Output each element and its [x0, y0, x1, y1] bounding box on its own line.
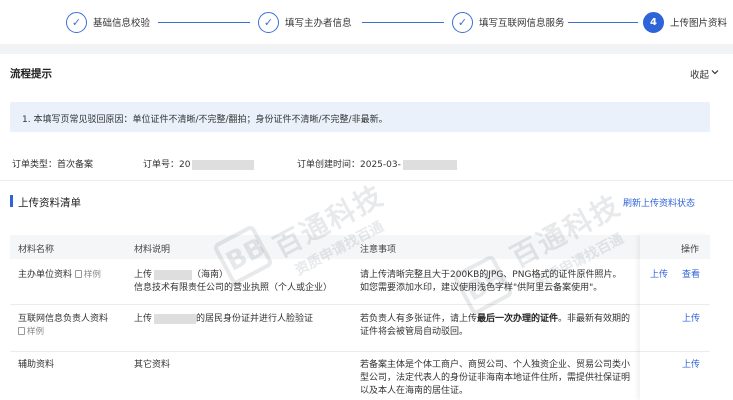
- desc-prefix: 上传: [134, 270, 153, 280]
- redacted-block: [192, 159, 255, 170]
- step-1-label: 基础信息校验: [93, 18, 151, 29]
- section-title: 上传资料清单: [18, 197, 81, 209]
- table-header: 材料名称 材料说明 注意事项 操作: [10, 235, 710, 259]
- note-prefix: 若负责人有多张证件，请上传: [360, 314, 478, 324]
- redacted-block: [154, 313, 197, 324]
- desc-suffix: 的居民身份证并进行人脸验证: [196, 314, 314, 324]
- flow-tips-title: 流程提示: [10, 68, 52, 80]
- check-icon: ✓: [66, 11, 87, 33]
- order-number-label: 订单号：20: [143, 160, 191, 170]
- header-desc: 材料说明: [134, 245, 171, 255]
- row-2-note: 若负责人有多张证件，请上传最后一次办理的证件。非最新有效期的 证件将会被管局自动…: [360, 313, 630, 339]
- note-line: 如您需要添加水印，建议使用浅色字样"供阿里云备案使用"。: [360, 283, 603, 293]
- step-1: ✓ 基础信息校验: [66, 11, 150, 33]
- step-4-number: 4: [643, 11, 664, 33]
- note-line: 以及本人在海南的居住证。: [360, 386, 469, 396]
- flow-tips-header: 流程提示 收起: [0, 54, 733, 92]
- section-gap: [0, 44, 733, 54]
- header-name: 材料名称: [18, 245, 55, 255]
- row-1-desc: 上传 （海南） 信息技术有限责任公司的营业执照（个人或企业）: [134, 269, 332, 295]
- row-divider: [10, 351, 710, 352]
- order-type: 订单类型：首次备案: [12, 160, 94, 170]
- check-icon: ✓: [258, 11, 279, 33]
- order-created-time: 订单创建时间：2025-03-: [297, 157, 457, 170]
- desc-prefix: 上传: [134, 314, 153, 324]
- redacted-block: [402, 159, 457, 170]
- step-connector: [158, 22, 250, 23]
- steps-bar: ✓ 基础信息校验 ✓ 填写主办者信息 ✓ 填写互联网信息服务 4 上传图片资料: [0, 0, 733, 44]
- row-divider: [10, 304, 710, 305]
- note-line: 型公司，法定代表人的身份证非海南本地证件住所，需提供社保证明: [360, 373, 631, 383]
- row-3-name: 辅助资料: [18, 360, 55, 370]
- step-3-label: 填写互联网信息服务: [479, 18, 565, 29]
- step-connector: [362, 22, 444, 23]
- row-2-desc: 上传 的居民身份证并进行人脸验证: [134, 313, 313, 326]
- collapse-button[interactable]: 收起: [690, 67, 709, 81]
- material-name: 主办单位资料: [18, 270, 73, 280]
- watermark-brand: 百通科技: [504, 188, 627, 275]
- note-line: 请上传清晰完整且大于200KB的JPG、PNG格式的证件原件照片。: [360, 270, 622, 280]
- chevron-down-icon[interactable]: [711, 68, 719, 76]
- note-line: 证件将会被管局自动驳回。: [360, 327, 469, 337]
- document-icon: [74, 270, 82, 278]
- row-1-name: 主办单位资料 样例: [18, 269, 101, 282]
- check-icon: ✓: [452, 11, 473, 33]
- sample-link[interactable]: 样例: [18, 326, 108, 339]
- action-column-shadow: [640, 235, 710, 400]
- note-line: 若备案主体是个体工商户、商贸公司、个人独资企业、贸易公司类小: [360, 360, 631, 370]
- sample-label: 样例: [27, 327, 45, 337]
- desc-line: 信息技术有限责任公司的营业执照（个人或企业）: [134, 283, 333, 293]
- step-connector: [568, 22, 638, 23]
- refresh-status-link[interactable]: 刷新上传资料状态: [623, 196, 695, 209]
- tip-box: 1. 本填写页常见驳回原因：单位证件不清晰/不完整/翻拍；身份证件不清晰/不完整…: [10, 102, 710, 132]
- header-note: 注意事项: [360, 245, 397, 255]
- redacted-block: [154, 269, 193, 280]
- tip-text: 1. 本填写页常见驳回原因：单位证件不清晰/不完整/翻拍；身份证件不清晰/不完整…: [22, 115, 388, 125]
- step-2-label: 填写主办者信息: [285, 18, 352, 29]
- sample-link[interactable]: 样例: [74, 270, 101, 280]
- desc-suffix: （海南）: [192, 270, 229, 280]
- divider: [0, 180, 733, 181]
- material-name: 互联网信息负责人资料: [18, 314, 109, 324]
- row-2-name: 互联网信息负责人资料 样例: [18, 313, 108, 339]
- note-suffix: 。非最新有效期的: [558, 314, 631, 324]
- sample-label: 样例: [83, 270, 101, 280]
- document-icon: [18, 327, 25, 335]
- row-3-desc: 其它资料: [134, 360, 171, 370]
- row-1-note: 请上传清晰完整且大于200KB的JPG、PNG格式的证件原件照片。 如您需要添加…: [360, 269, 621, 295]
- step-3: ✓ 填写互联网信息服务: [452, 11, 565, 33]
- order-created-label: 订单创建时间：2025-03-: [297, 160, 401, 170]
- row-3-note: 若备案主体是个体工商户、商贸公司、个人独资企业、贸易公司类小 型公司，法定代表人…: [360, 359, 630, 398]
- step-4-label: 上传图片资料: [670, 18, 728, 29]
- section-accent-bar: [10, 195, 13, 207]
- order-number: 订单号：20: [143, 157, 255, 170]
- note-emphasis: 最后一次办理的证件: [477, 314, 559, 324]
- step-4: 4 上传图片资料: [643, 11, 727, 33]
- step-2: ✓ 填写主办者信息: [258, 11, 352, 33]
